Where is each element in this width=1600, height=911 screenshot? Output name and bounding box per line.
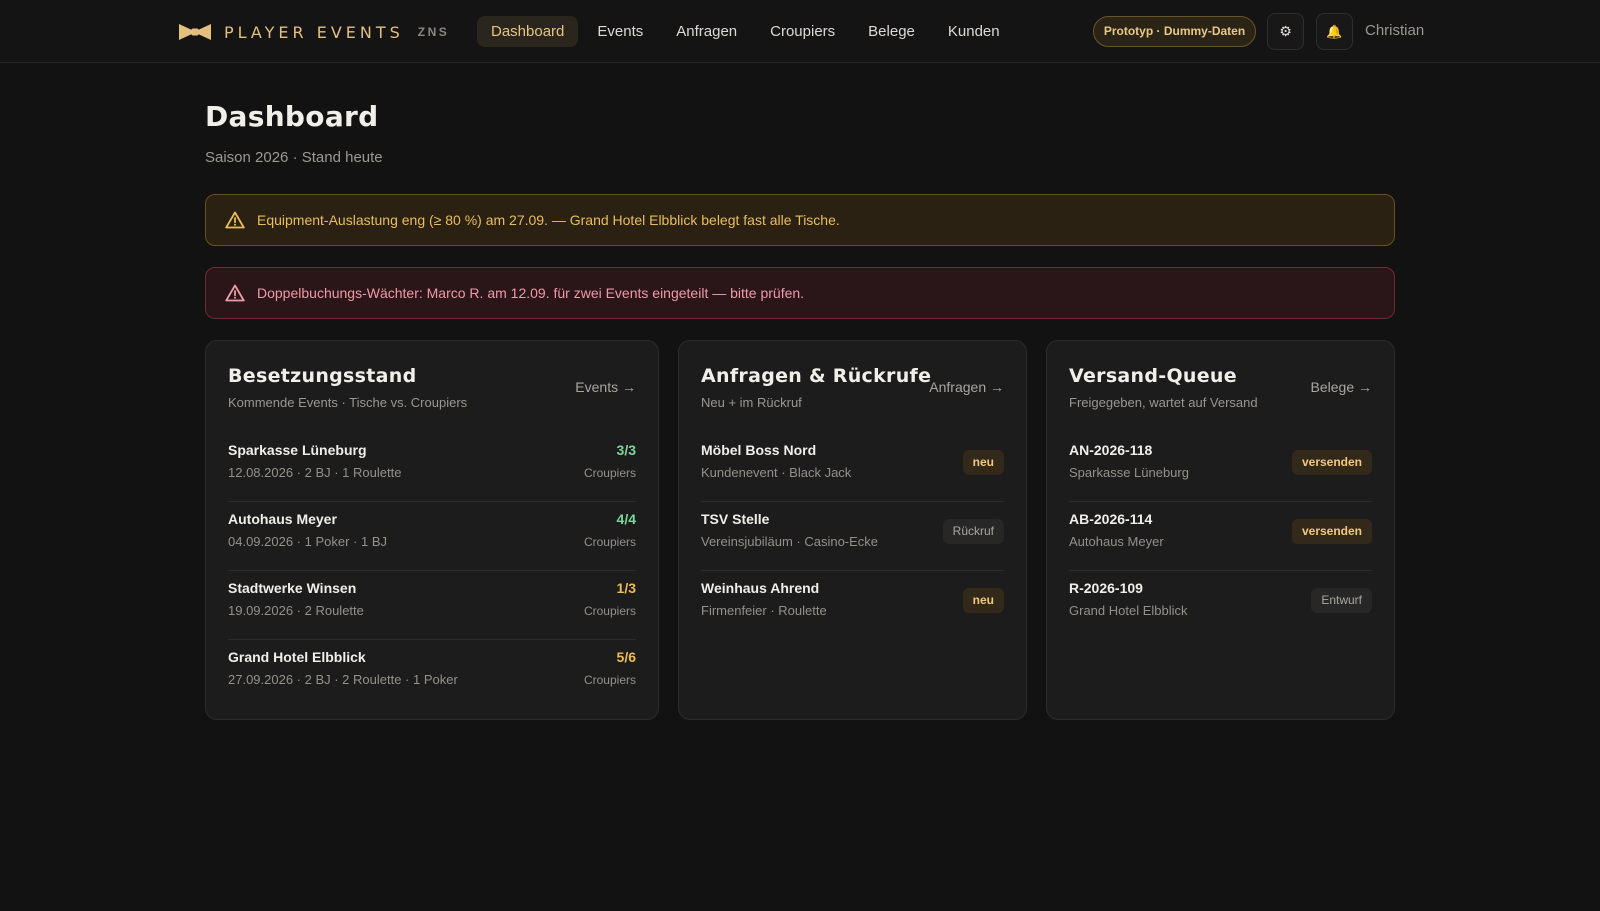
warning-icon bbox=[225, 284, 245, 302]
status-badge: Rückruf bbox=[942, 519, 1004, 544]
event-meta: 04.09.2026 · 1 Poker · 1 BJ bbox=[228, 534, 387, 549]
main-nav: Dashboard Events Anfragen Croupiers Bele… bbox=[477, 16, 1019, 47]
brand-sub: ZNS bbox=[417, 25, 450, 39]
croupier-count: 4/4 bbox=[616, 511, 636, 527]
card-title: Besetzungsstand bbox=[228, 365, 417, 387]
request-meta: Kundenevent · Black Jack bbox=[701, 465, 852, 480]
card-subtitle: Freigegeben, wartet auf Versand bbox=[1069, 395, 1258, 410]
document-number: AN-2026-118 bbox=[1069, 442, 1153, 458]
event-name: Grand Hotel Elbblick bbox=[228, 649, 366, 665]
staffing-list: Sparkasse Lüneburg 12.08.2026 · 2 BJ · 1… bbox=[228, 433, 636, 709]
document-number: R-2026-109 bbox=[1069, 580, 1143, 596]
request-customer: Möbel Boss Nord bbox=[701, 442, 817, 458]
send-badge[interactable]: versenden bbox=[1291, 519, 1372, 544]
page-subtitle: Saison 2026 · Stand heute bbox=[205, 149, 383, 166]
nav-anfragen[interactable]: Anfragen bbox=[662, 16, 751, 47]
card-subtitle: Kommende Events · Tische vs. Croupiers bbox=[228, 395, 468, 410]
request-meta: Vereinsjubiläum · Casino-Ecke bbox=[701, 534, 879, 549]
event-name: Sparkasse Lüneburg bbox=[228, 442, 367, 458]
document-row[interactable]: AN-2026-118 Sparkasse Lüneburg versenden bbox=[1069, 433, 1372, 502]
settings-button[interactable]: ⚙ bbox=[1267, 13, 1304, 50]
staffing-row[interactable]: Grand Hotel Elbblick 27.09.2026 · 2 BJ ·… bbox=[228, 640, 636, 709]
nav-croupiers[interactable]: Croupiers bbox=[756, 16, 849, 47]
event-name: Stadtwerke Winsen bbox=[228, 580, 357, 596]
bell-icon: 🔔 bbox=[1326, 23, 1343, 39]
prototype-badge: Prototyp · Dummy-Daten bbox=[1093, 16, 1256, 47]
card-title: Anfragen & Rückrufe bbox=[701, 365, 932, 387]
equipment-warning-alert: Equipment-Auslastung eng (≥ 80 %) am 27.… bbox=[205, 194, 1395, 246]
request-row[interactable]: Möbel Boss Nord Kundenevent · Black Jack… bbox=[701, 433, 1004, 502]
user-menu[interactable]: Christian bbox=[1365, 22, 1424, 39]
page-title: Dashboard bbox=[205, 100, 379, 133]
brand-logo[interactable]: PLAYER EVENTS ZNS bbox=[178, 20, 449, 44]
request-meta: Firmenfeier · Roulette bbox=[701, 603, 827, 618]
staffing-row[interactable]: Sparkasse Lüneburg 12.08.2026 · 2 BJ · 1… bbox=[228, 433, 636, 502]
croupier-unit: Croupiers bbox=[583, 466, 636, 480]
shipping-queue-card: Versand-Queue Freigegeben, wartet auf Ve… bbox=[1046, 340, 1395, 720]
alert-text: Equipment-Auslastung eng (≥ 80 %) am 27.… bbox=[257, 212, 840, 228]
double-booking-alert: Doppelbuchungs-Wächter: Marco R. am 12.0… bbox=[205, 267, 1395, 319]
request-row[interactable]: TSV Stelle Vereinsjubiläum · Casino-Ecke… bbox=[701, 502, 1004, 571]
nav-dashboard[interactable]: Dashboard bbox=[477, 16, 579, 47]
status-badge: neu bbox=[962, 450, 1004, 475]
request-customer: TSV Stelle bbox=[701, 511, 770, 527]
croupier-unit: Croupiers bbox=[583, 673, 636, 687]
event-meta: 27.09.2026 · 2 BJ · 2 Roulette · 1 Poker bbox=[228, 672, 458, 687]
staffing-card: Besetzungsstand Kommende Events · Tische… bbox=[205, 340, 659, 720]
alert-text: Doppelbuchungs-Wächter: Marco R. am 12.0… bbox=[257, 285, 805, 301]
staffing-row[interactable]: Autohaus Meyer 04.09.2026 · 1 Poker · 1 … bbox=[228, 502, 636, 571]
event-meta: 12.08.2026 · 2 BJ · 1 Roulette bbox=[228, 465, 402, 480]
nav-kunden[interactable]: Kunden bbox=[934, 16, 1014, 47]
croupier-count: 5/6 bbox=[616, 649, 636, 665]
bowtie-icon bbox=[179, 24, 211, 40]
warning-icon bbox=[225, 211, 245, 229]
documents-link[interactable]: Belege → bbox=[1311, 379, 1372, 395]
croupier-count: 3/3 bbox=[616, 442, 636, 458]
croupier-unit: Croupiers bbox=[583, 604, 636, 618]
notifications-button[interactable]: 🔔 bbox=[1316, 13, 1353, 50]
gear-icon: ⚙ bbox=[1279, 23, 1292, 39]
status-badge: neu bbox=[962, 588, 1004, 613]
request-customer: Weinhaus Ahrend bbox=[701, 580, 820, 596]
top-bar: PLAYER EVENTS ZNS Dashboard Events Anfra… bbox=[0, 0, 1600, 63]
card-title: Versand-Queue bbox=[1069, 365, 1237, 387]
event-meta: 19.09.2026 · 2 Roulette bbox=[228, 603, 364, 618]
event-name: Autohaus Meyer bbox=[228, 511, 337, 527]
nav-belege[interactable]: Belege bbox=[854, 16, 929, 47]
brand-name: PLAYER EVENTS bbox=[224, 22, 404, 42]
document-number: AB-2026-114 bbox=[1069, 511, 1153, 527]
document-row[interactable]: AB-2026-114 Autohaus Meyer versenden bbox=[1069, 502, 1372, 571]
document-customer: Grand Hotel Elbblick bbox=[1069, 603, 1188, 618]
requests-card: Anfragen & Rückrufe Neu + im Rückruf Anf… bbox=[678, 340, 1027, 720]
requests-list: Möbel Boss Nord Kundenevent · Black Jack… bbox=[701, 433, 1004, 640]
requests-link[interactable]: Anfragen → bbox=[929, 379, 1004, 395]
request-row[interactable]: Weinhaus Ahrend Firmenfeier · Roulette n… bbox=[701, 571, 1004, 640]
croupier-count: 1/3 bbox=[616, 580, 636, 596]
document-customer: Autohaus Meyer bbox=[1069, 534, 1164, 549]
document-customer: Sparkasse Lüneburg bbox=[1069, 465, 1189, 480]
shipping-list: AN-2026-118 Sparkasse Lüneburg versenden… bbox=[1069, 433, 1372, 640]
send-badge[interactable]: versenden bbox=[1291, 450, 1372, 475]
croupier-unit: Croupiers bbox=[583, 535, 636, 549]
staffing-row[interactable]: Stadtwerke Winsen 19.09.2026 · 2 Roulett… bbox=[228, 571, 636, 640]
events-link[interactable]: Events → bbox=[575, 379, 636, 395]
nav-events[interactable]: Events bbox=[583, 16, 657, 47]
document-row[interactable]: R-2026-109 Grand Hotel Elbblick Entwurf bbox=[1069, 571, 1372, 640]
card-subtitle: Neu + im Rückruf bbox=[701, 395, 802, 410]
status-badge: Entwurf bbox=[1311, 588, 1372, 613]
